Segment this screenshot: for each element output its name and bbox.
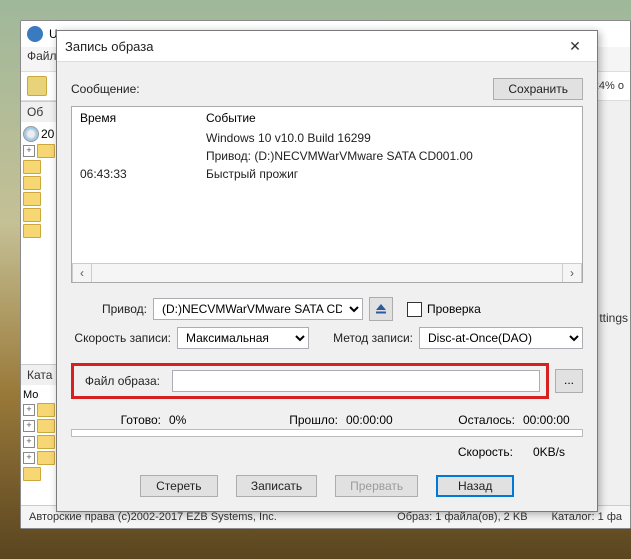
dialog-titlebar[interactable]: Запись образа ✕: [57, 31, 597, 62]
back-button[interactable]: Назад: [436, 475, 514, 497]
erase-button[interactable]: Стереть: [140, 475, 218, 497]
toolbar-new-icon[interactable]: [27, 76, 47, 96]
drive-label: Привод:: [71, 302, 153, 316]
write-method-label: Метод записи:: [327, 331, 419, 345]
tree-node-my[interactable]: Мо: [23, 389, 57, 401]
expand-icon[interactable]: +: [23, 452, 35, 464]
tree-node[interactable]: [23, 467, 57, 481]
tree-node[interactable]: +: [23, 451, 57, 465]
folder-icon: [23, 224, 41, 238]
folder-icon: [37, 403, 55, 417]
folder-icon: [37, 419, 55, 433]
expand-icon[interactable]: +: [23, 145, 35, 157]
clipped-text: ttings: [599, 311, 628, 325]
close-button[interactable]: ✕: [561, 35, 589, 57]
image-file-input[interactable]: [172, 370, 540, 392]
tree-node[interactable]: [23, 208, 57, 222]
tree-node-cd[interactable]: 20: [23, 126, 57, 142]
browse-button[interactable]: ...: [555, 369, 583, 393]
cd-icon: [23, 126, 39, 142]
write-method-select[interactable]: Disc-at-Once(DAO): [419, 327, 583, 349]
log-row: Привод: (D:)NECVMWarVMware SATA CD001.00: [72, 147, 582, 165]
tree-node[interactable]: [23, 224, 57, 238]
tree-node[interactable]: +: [23, 435, 57, 449]
folder-icon: [23, 176, 41, 190]
verify-label: Проверка: [427, 302, 481, 316]
menu-file[interactable]: Файл: [27, 49, 57, 63]
folder-icon: [23, 160, 41, 174]
eject-icon: [375, 303, 387, 315]
tree-node[interactable]: [23, 176, 57, 190]
remain-label: Осталось:: [425, 413, 523, 427]
log-header: Время Событие: [72, 107, 582, 129]
scroll-right-icon[interactable]: ›: [562, 264, 582, 282]
eject-button[interactable]: [369, 297, 393, 321]
rate-label: Скорость:: [458, 445, 513, 459]
burn-image-dialog: Запись образа ✕ Сообщение: Сохранить Вре…: [56, 30, 598, 512]
ready-value: 0%: [169, 413, 239, 427]
verify-checkbox[interactable]: Проверка: [407, 302, 481, 317]
tree-node[interactable]: [23, 192, 57, 206]
remain-value: 00:00:00: [523, 413, 583, 427]
expand-icon[interactable]: +: [23, 404, 35, 416]
log-hscrollbar[interactable]: ‹ ›: [72, 263, 582, 282]
drive-select[interactable]: (D:)NECVMWarVMware SATA CD001.0(: [153, 298, 363, 320]
folder-icon: [37, 144, 55, 158]
rate-value: 0KB/s: [533, 445, 583, 459]
expand-icon[interactable]: +: [23, 436, 35, 448]
folder-icon: [23, 208, 41, 222]
checkbox-icon: [407, 302, 422, 317]
image-file-highlight: Файл образа:: [71, 363, 549, 399]
folder-icon: [23, 192, 41, 206]
log-list[interactable]: Время Событие Windows 10 v10.0 Build 162…: [71, 106, 583, 283]
tree-node[interactable]: +: [23, 403, 57, 417]
save-button[interactable]: Сохранить: [493, 78, 583, 100]
tree-node[interactable]: +: [23, 419, 57, 433]
log-row: 06:43:33Быстрый прожиг: [72, 165, 582, 183]
left-tree[interactable]: Об 20 + Ката Мо + + + +: [21, 101, 60, 510]
elapsed-value: 00:00:00: [346, 413, 416, 427]
col-event: Событие: [198, 107, 582, 129]
tree-node[interactable]: +: [23, 144, 57, 158]
app-icon: [27, 26, 43, 42]
elapsed-label: Прошло:: [248, 413, 346, 427]
status-image: Образ: 1 файла(ов), 2 KB: [397, 511, 527, 523]
tree-head: Об: [21, 101, 59, 122]
abort-button: Прервать: [335, 475, 418, 497]
expand-icon[interactable]: +: [23, 420, 35, 432]
write-button[interactable]: Записать: [236, 475, 317, 497]
panel-catalog: Ката: [21, 364, 59, 385]
ready-label: Готово:: [71, 413, 169, 427]
status-catalog: Каталог: 1 фа: [552, 511, 622, 523]
dialog-title: Запись образа: [65, 39, 561, 54]
image-file-label: Файл образа:: [80, 374, 166, 388]
status-copyright: Авторские права (c)2002-2017 EZB Systems…: [29, 511, 277, 523]
folder-icon: [23, 467, 41, 481]
progress-row: Готово: 0% Прошло: 00:00:00 Осталось: 00…: [71, 413, 583, 427]
tree-node[interactable]: [23, 160, 57, 174]
write-speed-select[interactable]: Максимальная: [177, 327, 309, 349]
log-row: Windows 10 v10.0 Build 16299: [72, 129, 582, 147]
message-label: Сообщение:: [71, 82, 493, 96]
col-time: Время: [72, 107, 198, 129]
progress-bar: [71, 429, 583, 437]
scroll-left-icon[interactable]: ‹: [72, 264, 92, 282]
write-speed-label: Скорость записи:: [71, 331, 177, 345]
folder-icon: [37, 451, 55, 465]
folder-icon: [37, 435, 55, 449]
